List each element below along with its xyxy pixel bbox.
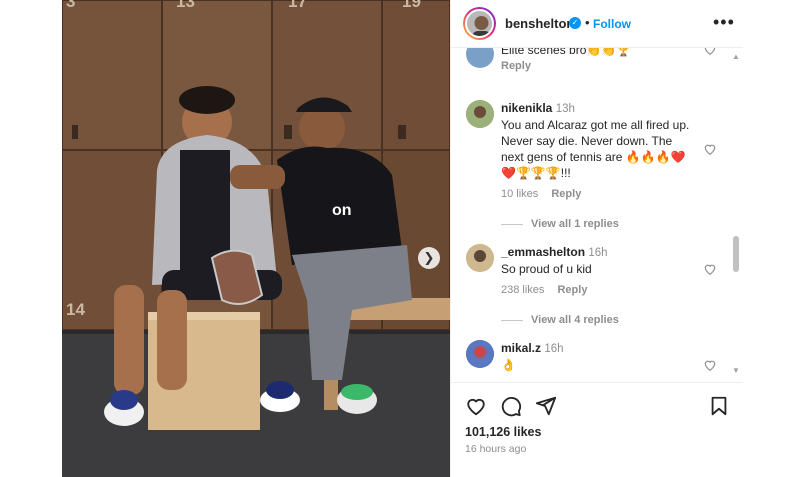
comment-meta: 238 likes Reply (501, 284, 597, 296)
commenter-username[interactable]: nikenikla (501, 101, 552, 115)
photo-scene: on (62, 0, 450, 477)
comments-list[interactable]: Elite scenes bro👏👏🏆 Reply nikenikla 13h … (451, 48, 743, 380)
bookmark-icon[interactable] (708, 395, 730, 417)
view-replies-button[interactable]: View all 1 replies (501, 218, 619, 230)
commenter-avatar[interactable] (466, 244, 494, 272)
comment-text: 👌 (501, 358, 516, 372)
comment-body: nikenikla 13h You and Alcaraz got me all… (501, 100, 697, 181)
reply-button[interactable]: Reply (551, 188, 581, 200)
comment-meta: 10 likes Reply (501, 188, 591, 200)
locker-number: 17 (288, 0, 307, 11)
locker-number: 14 (66, 300, 85, 319)
heart-icon[interactable] (703, 48, 717, 56)
scrollbar-thumb[interactable] (733, 236, 739, 272)
scroll-down-icon[interactable]: ▼ (732, 366, 740, 375)
follow-button[interactable]: Follow (593, 17, 631, 31)
comment-time: 16h (588, 247, 608, 259)
comment-meta: Reply (501, 60, 541, 72)
post-actions: 101,126 likes 16 hours ago (451, 382, 743, 477)
commenter-avatar[interactable] (466, 48, 494, 68)
heart-icon[interactable] (703, 142, 717, 156)
comment-body: _emmashelton 16h So proud of u kid (501, 244, 697, 277)
locker-number: 19 (402, 0, 421, 11)
comment-text: So proud of u kid (501, 262, 592, 276)
comment-body: mikal.z 16h 👌 (501, 340, 697, 373)
comment-likes[interactable]: 238 likes (501, 284, 544, 296)
reply-button[interactable]: Reply (501, 60, 531, 72)
commenter-username[interactable]: _emmashelton (501, 245, 585, 259)
post-author-username[interactable]: benshelton (505, 16, 574, 31)
commenter-username[interactable]: mikal.z (501, 341, 541, 355)
heart-icon[interactable] (703, 358, 717, 372)
separator-dot: • (585, 15, 590, 30)
heart-icon[interactable] (703, 262, 717, 276)
more-options-icon[interactable]: ••• (713, 12, 735, 33)
carousel-next-button[interactable]: ❯ (418, 247, 440, 269)
comment-icon[interactable] (500, 395, 522, 417)
comment-time: 13h (555, 103, 575, 115)
post-header: benshelton ✓ • Follow ••• (451, 0, 743, 48)
commenter-avatar[interactable] (466, 100, 494, 128)
post-side-panel: benshelton ✓ • Follow ••• Elite scenes b… (450, 0, 743, 477)
post-photo: on 3 13 17 19 14 ❯ (62, 0, 450, 477)
comment-likes[interactable]: 10 likes (501, 188, 538, 200)
locker-number: 13 (176, 0, 195, 11)
avatar (465, 9, 494, 38)
scroll-up-icon[interactable]: ▲ (732, 52, 740, 61)
shirt-logo: on (332, 202, 352, 219)
view-replies-button[interactable]: View all 4 replies (501, 314, 619, 326)
comments-scrollbar[interactable]: ▲ ▼ (730, 48, 742, 380)
commenter-avatar[interactable] (466, 340, 494, 368)
comment-text: You and Alcaraz got me all fired up. Nev… (501, 118, 690, 180)
post-timestamp: 16 hours ago (465, 443, 527, 455)
chevron-right-icon: ❯ (423, 250, 435, 265)
comment-time: 16h (544, 343, 564, 355)
heart-icon[interactable] (465, 395, 487, 417)
verified-badge-icon: ✓ (569, 17, 581, 29)
reply-button[interactable]: Reply (557, 284, 587, 296)
share-icon[interactable] (535, 395, 557, 417)
profile-avatar[interactable] (463, 7, 496, 40)
comment-text: Elite scenes bro👏👏🏆 (501, 48, 632, 57)
likes-count[interactable]: 101,126 likes (465, 425, 541, 439)
locker-number: 3 (66, 0, 76, 11)
